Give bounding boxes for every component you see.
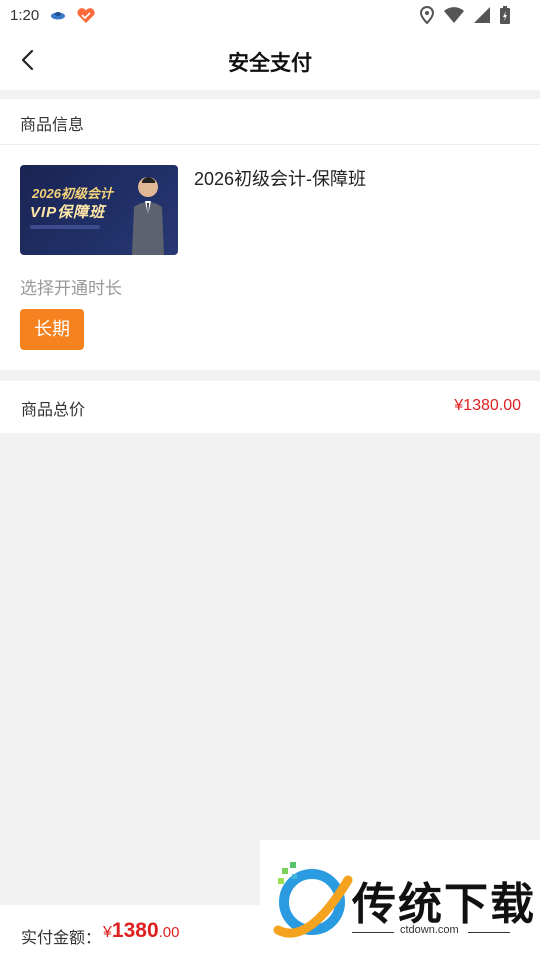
goods-card: 2026初级会计 VIP保障班 2026初级会计-保障班 选择开通时长 长期 — [0, 145, 540, 370]
status-bar: 1:20 — [0, 0, 540, 32]
course-title: 2026初级会计-保障班 — [194, 169, 367, 189]
pay-amount-integer: 1380 — [111, 919, 159, 942]
watermark-divider-right — [468, 932, 510, 933]
thumbnail-year-text: 2026初级会计 — [32, 186, 113, 201]
goods-info-label: 商品信息 — [20, 117, 85, 134]
battery-icon — [500, 6, 510, 28]
watermark-divider-left — [352, 932, 394, 933]
nav-bar: 安全支付 — [0, 32, 540, 90]
wifi-icon — [444, 7, 464, 27]
watermark-logo: 传统下载 ctdown.com — [260, 840, 540, 960]
status-time: 1:20 — [10, 7, 40, 24]
app-icon — [50, 8, 66, 25]
location-icon — [419, 5, 435, 28]
course-thumbnail: 2026初级会计 VIP保障班 — [20, 165, 178, 255]
page-title: 安全支付 — [228, 52, 312, 75]
duration-label: 选择开通时长 — [20, 279, 122, 298]
pay-currency-symbol: ¥ — [103, 924, 112, 941]
pay-amount-decimal: .00 — [158, 924, 180, 941]
watermark-emblem-icon — [273, 862, 353, 938]
pay-amount-label: 实付金额： — [21, 930, 102, 947]
thumbnail-class-text: VIP保障班 — [30, 204, 106, 221]
instructor-figure — [132, 177, 164, 255]
thumbnail-decoration — [30, 225, 100, 229]
watermark-brand: 传统下载 — [352, 880, 536, 929]
duration-option-longterm[interactable]: 长期 — [20, 309, 84, 350]
total-price-row: 商品总价 ¥1380.00 — [0, 381, 540, 433]
total-price-label: 商品总价 — [21, 402, 86, 419]
goods-info-header: 商品信息 — [0, 99, 540, 145]
signal-icon — [474, 7, 490, 27]
watermark-url: ctdown.com — [400, 924, 459, 936]
heart-app-icon — [76, 8, 96, 28]
total-price-value: ¥1380.00 — [454, 397, 521, 414]
pay-amount: ¥1380.00 — [103, 919, 179, 943]
